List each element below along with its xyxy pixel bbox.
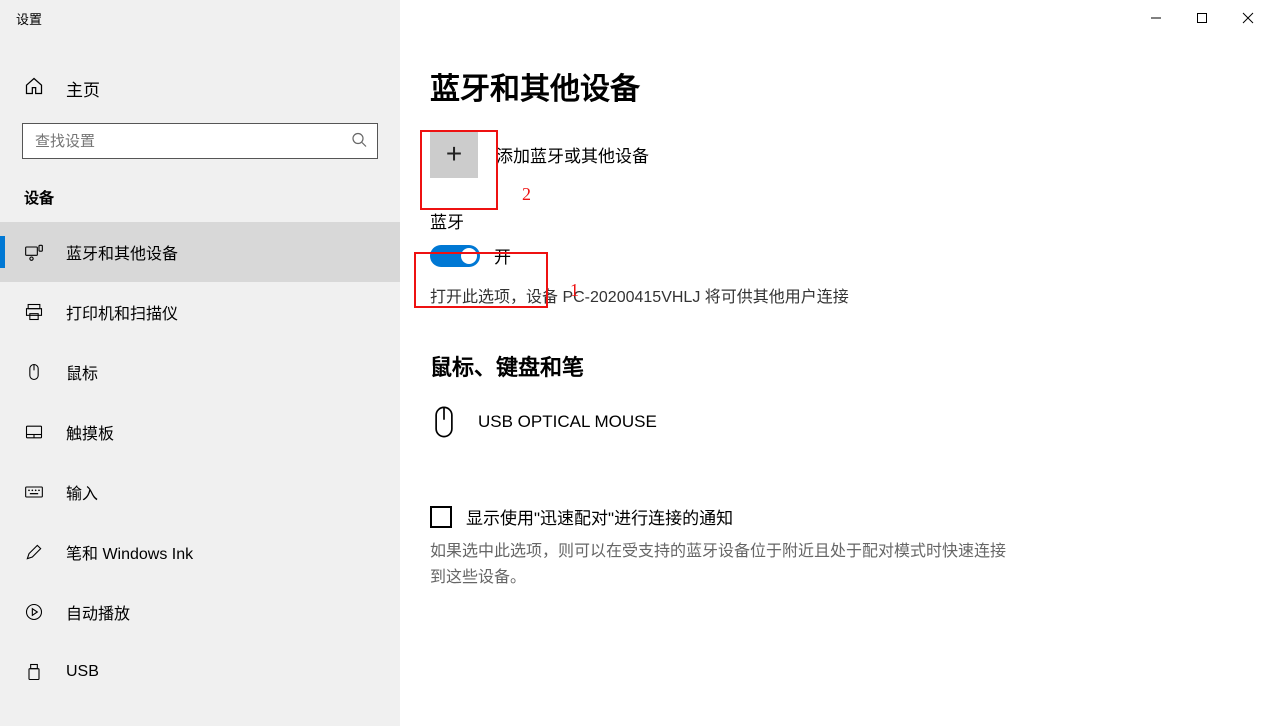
minimize-icon [1150, 12, 1162, 24]
maximize-button[interactable] [1179, 0, 1225, 36]
search-input[interactable] [23, 133, 377, 150]
quick-pair-label: 显示使用"迅速配对"进行连接的通知 [466, 504, 733, 529]
touchpad-icon [24, 422, 44, 442]
sidebar-item-bluetooth[interactable]: 蓝牙和其他设备 [0, 222, 400, 282]
bluetooth-toggle-row: 开 [430, 243, 1241, 268]
home-icon [24, 76, 44, 101]
sidebar-item-label: 笔和 Windows Ink [66, 540, 193, 564]
devices-section-title: 鼠标、键盘和笔 [430, 350, 1241, 382]
sidebar-home[interactable]: 主页 [0, 64, 400, 113]
quick-pair-checkbox[interactable] [430, 506, 452, 528]
mouse-icon [430, 404, 458, 440]
printer-icon [24, 302, 44, 322]
sidebar-item-autoplay[interactable]: 自动播放 [0, 582, 400, 642]
search-wrap [0, 113, 400, 179]
autoplay-icon [24, 602, 44, 622]
mouse-icon [24, 362, 44, 382]
sidebar-item-usb[interactable]: USB [0, 642, 400, 702]
close-button[interactable] [1225, 0, 1271, 36]
pen-icon [24, 542, 44, 562]
window-controls [1133, 0, 1271, 36]
sidebar-item-label: 触摸板 [66, 420, 114, 444]
quick-pair-row: 显示使用"迅速配对"进行连接的通知 [430, 504, 1241, 529]
search-box[interactable] [22, 123, 378, 159]
add-device-row[interactable]: + 添加蓝牙或其他设备 [430, 130, 1241, 178]
keyboard-icon [24, 482, 44, 502]
bluetooth-label: 蓝牙 [430, 208, 1241, 233]
sidebar-item-typing[interactable]: 输入 [0, 462, 400, 522]
sidebar-item-printers[interactable]: 打印机和扫描仪 [0, 282, 400, 342]
plus-icon: + [446, 138, 462, 170]
maximize-icon [1196, 12, 1208, 24]
sidebar-item-label: 鼠标 [66, 360, 98, 384]
usb-icon [24, 662, 44, 682]
window-title: 设置 [16, 9, 42, 28]
device-row[interactable]: USB OPTICAL MOUSE [430, 400, 1241, 444]
device-name: USB OPTICAL MOUSE [478, 412, 657, 432]
page-title: 蓝牙和其他设备 [430, 64, 1241, 108]
sidebar: 主页 设备 蓝牙和其他设备 打印机和扫描仪 鼠标 触摸板 [0, 36, 400, 726]
sidebar-section-label: 设备 [0, 179, 400, 222]
search-icon [351, 132, 367, 151]
content: 蓝牙和其他设备 + 添加蓝牙或其他设备 蓝牙 开 打开此选项，设备 PC-202… [400, 36, 1271, 726]
titlebar: 设置 [0, 0, 1271, 36]
sidebar-item-label: 自动播放 [66, 600, 130, 624]
bluetooth-devices-icon [24, 242, 44, 262]
sidebar-item-touchpad[interactable]: 触摸板 [0, 402, 400, 462]
sidebar-item-label: 蓝牙和其他设备 [66, 240, 178, 264]
sidebar-home-label: 主页 [66, 76, 100, 101]
quick-pair-hint: 如果选中此选项，则可以在受支持的蓝牙设备位于附近且处于配对模式时快速连接到这些设… [430, 539, 1010, 590]
sidebar-item-pen[interactable]: 笔和 Windows Ink [0, 522, 400, 582]
sidebar-item-label: USB [66, 663, 99, 681]
sidebar-item-label: 打印机和扫描仪 [66, 300, 178, 324]
titlebar-title-area: 设置 [0, 0, 400, 36]
minimize-button[interactable] [1133, 0, 1179, 36]
close-icon [1242, 12, 1254, 24]
add-device-button[interactable]: + [430, 130, 478, 178]
bluetooth-toggle[interactable] [430, 245, 480, 267]
sidebar-item-label: 输入 [66, 480, 98, 504]
sidebar-item-mouse[interactable]: 鼠标 [0, 342, 400, 402]
bluetooth-toggle-label: 开 [494, 243, 511, 268]
bluetooth-hint: 打开此选项，设备 PC-20200415VHLJ 将可供其他用户连接 [430, 286, 1030, 310]
add-device-label: 添加蓝牙或其他设备 [496, 142, 649, 167]
